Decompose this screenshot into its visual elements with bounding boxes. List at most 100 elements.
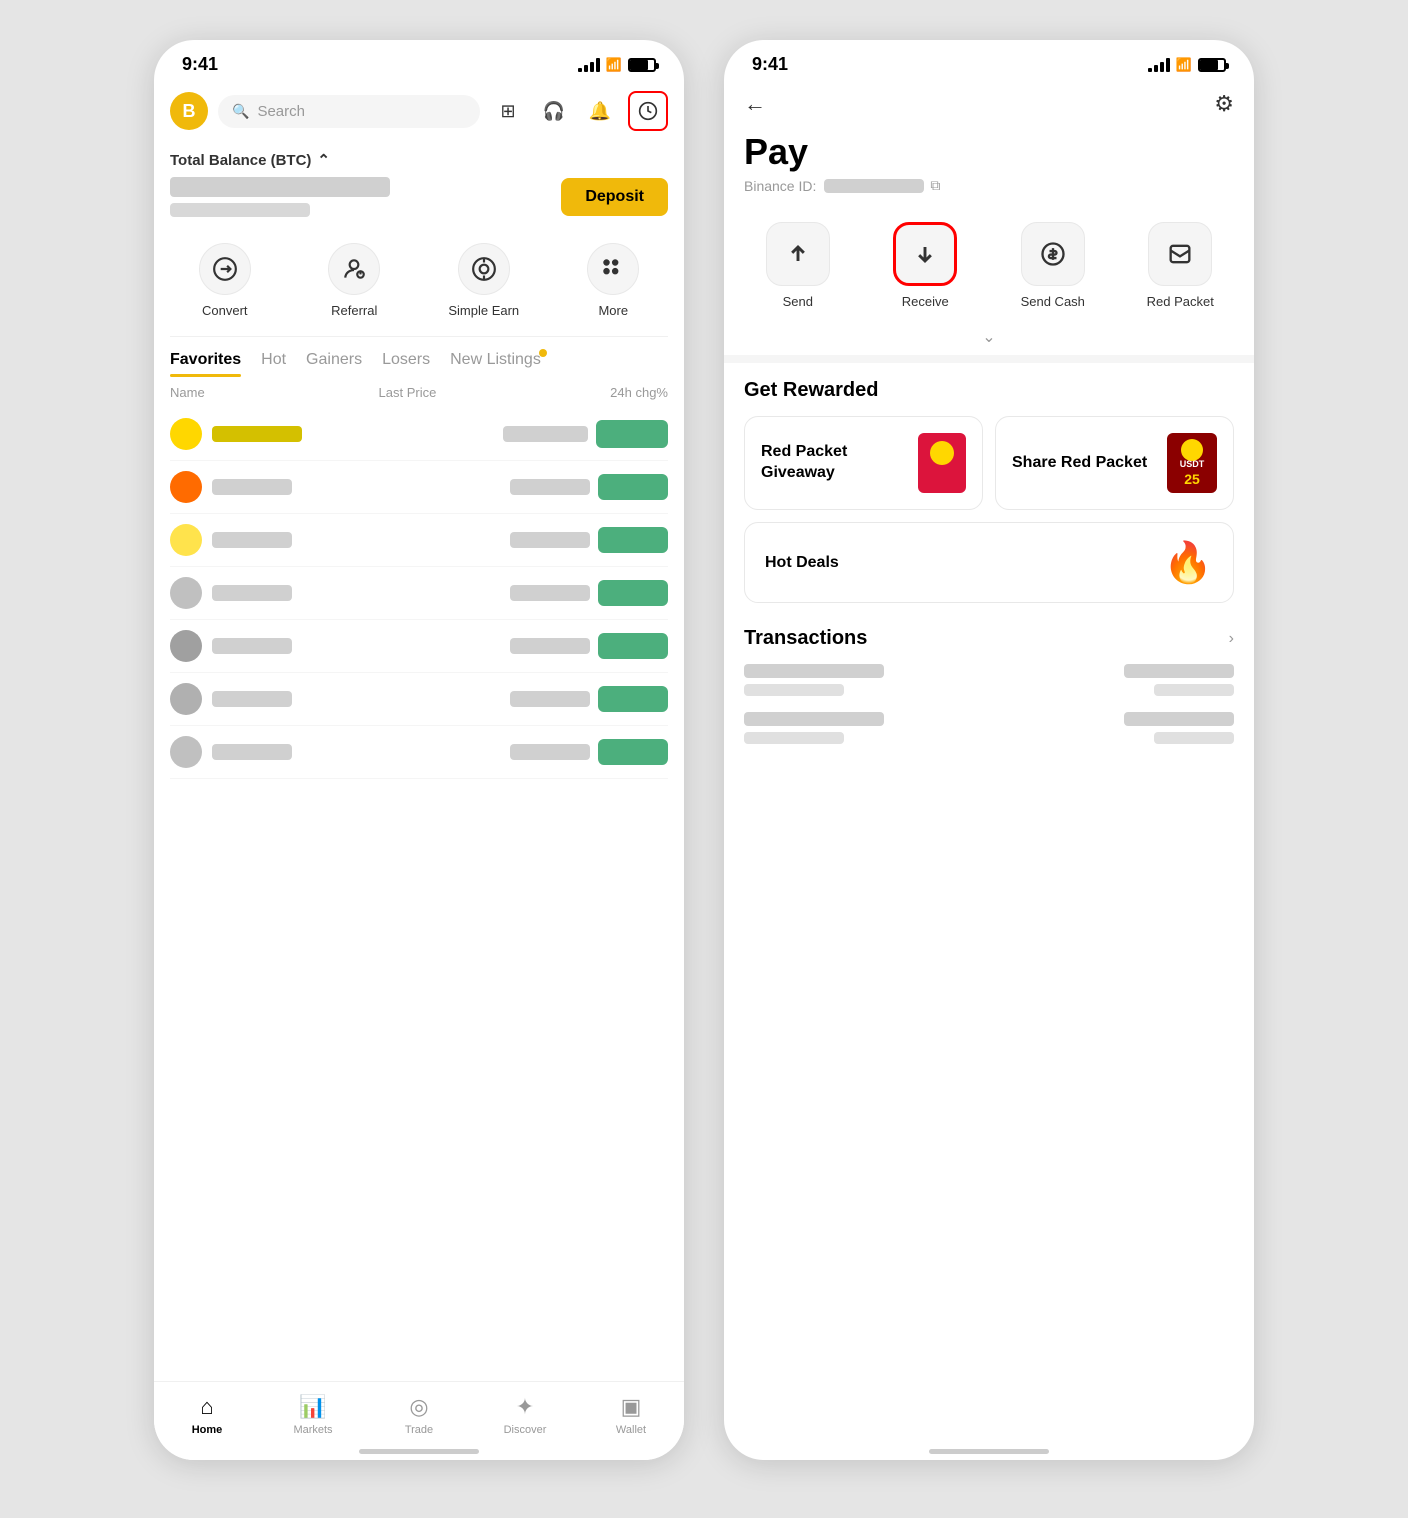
rewards-grid: Red Packet Giveaway Share Red Packet USD… — [744, 416, 1234, 510]
left-time: 9:41 — [182, 54, 218, 75]
transaction-rows — [744, 664, 1234, 744]
hot-deals-card[interactable]: Hot Deals 🔥 — [744, 522, 1234, 603]
coin-info — [170, 736, 510, 768]
chevron-up-icon: ⌃ — [317, 151, 330, 169]
settings-icon[interactable]: ⚙ — [1214, 91, 1234, 117]
copy-icon[interactable]: ⧉ — [930, 177, 940, 194]
hot-deals-label: Hot Deals — [765, 554, 839, 572]
nav-home[interactable]: ⌂ Home — [154, 1390, 260, 1440]
coin-info — [170, 683, 510, 715]
red-packet-giveaway-card[interactable]: Red Packet Giveaway — [744, 416, 983, 510]
binance-id-row: Binance ID: ⧉ — [724, 177, 1254, 208]
table-row[interactable] — [170, 461, 668, 514]
fire-icon: 🔥 — [1163, 539, 1213, 586]
chevron-down-icon: ⌄ — [982, 327, 995, 347]
balance-title: Total Balance (BTC) ⌃ — [170, 151, 668, 169]
usdt-amount: 25 — [1184, 471, 1200, 487]
share-red-packet-card[interactable]: Share Red Packet USDT 25 — [995, 416, 1234, 510]
table-row[interactable] — [170, 620, 668, 673]
action-referral[interactable]: Referral — [292, 233, 418, 328]
deposit-button[interactable]: Deposit — [561, 178, 668, 216]
tx-amount — [1124, 712, 1234, 726]
markets-icon: 📊 — [299, 1394, 326, 1420]
nav-discover[interactable]: ✦ Discover — [472, 1390, 578, 1440]
discover-icon: ✦ — [516, 1394, 534, 1420]
table-row[interactable] — [170, 567, 668, 620]
nav-trade[interactable]: ◎ Trade — [366, 1390, 472, 1440]
left-status-icons: 📶 — [578, 57, 656, 73]
send-icon-box — [766, 222, 830, 286]
nav-markets[interactable]: 📊 Markets — [260, 1390, 366, 1440]
action-more[interactable]: More — [551, 233, 677, 328]
simple-earn-icon — [458, 243, 510, 295]
bell-icon[interactable]: 🔔 — [582, 93, 618, 129]
binance-logo[interactable]: B — [170, 92, 208, 130]
tab-favorites[interactable]: Favorites — [170, 351, 241, 377]
name-col-header: Name — [170, 385, 205, 400]
market-tabs: Favorites Hot Gainers Losers New Listing… — [154, 341, 684, 377]
market-rows — [154, 408, 684, 779]
signal-icon — [1148, 58, 1170, 72]
right-status-bar: 9:41 📶 — [724, 40, 1254, 83]
tx-right — [1124, 712, 1234, 744]
action-simple-earn[interactable]: Simple Earn — [421, 233, 547, 328]
receive-label: Receive — [902, 294, 949, 309]
pay-action-send-cash[interactable]: Send Cash — [989, 212, 1117, 319]
tx-right — [1124, 664, 1234, 696]
table-row[interactable] — [170, 726, 668, 779]
coin-info — [170, 524, 510, 556]
binance-id-label: Binance ID: — [744, 178, 816, 194]
wallet-icon: ▣ — [621, 1394, 642, 1420]
table-row[interactable] — [170, 673, 668, 726]
receive-icon-box — [893, 222, 957, 286]
table-row[interactable] — [744, 712, 1234, 744]
convert-icon — [199, 243, 251, 295]
red-packet-giveaway-label: Red Packet Giveaway — [761, 442, 918, 484]
pay-action-receive[interactable]: Receive — [862, 212, 990, 319]
table-row[interactable] — [744, 664, 1234, 696]
signal-icon — [578, 58, 600, 72]
back-button[interactable]: ← — [744, 91, 766, 117]
pay-icon[interactable] — [628, 91, 668, 131]
transactions-header: Transactions › — [744, 627, 1234, 650]
tx-name — [744, 712, 884, 726]
red-packet-icon-box — [1148, 222, 1212, 286]
send-cash-icon-box — [1021, 222, 1085, 286]
tab-gainers[interactable]: Gainers — [306, 351, 362, 377]
scan-icon[interactable]: ⊞ — [490, 93, 526, 129]
tab-losers[interactable]: Losers — [382, 351, 430, 377]
table-row[interactable] — [170, 408, 668, 461]
pay-action-send[interactable]: Send — [734, 212, 862, 319]
search-bar[interactable]: 🔍 Search — [218, 95, 480, 128]
tx-status — [1154, 684, 1234, 696]
expand-row[interactable]: ⌄ — [724, 323, 1254, 355]
right-status-icons: 📶 — [1148, 57, 1226, 73]
send-label: Send — [783, 294, 813, 309]
action-convert[interactable]: Convert — [162, 233, 288, 328]
coin-info — [170, 418, 503, 450]
simple-earn-label: Simple Earn — [448, 303, 519, 318]
home-icon: ⌂ — [200, 1394, 213, 1420]
section-divider — [724, 355, 1254, 363]
chevron-right-icon[interactable]: › — [1229, 630, 1234, 648]
tab-hot[interactable]: Hot — [261, 351, 286, 377]
tab-new-listings[interactable]: New Listings — [450, 351, 541, 377]
left-status-bar: 9:41 📶 — [154, 40, 684, 83]
red-packet-label: Red Packet — [1147, 294, 1214, 309]
more-label: More — [598, 303, 628, 318]
more-icon — [587, 243, 639, 295]
nav-wallet-label: Wallet — [616, 1424, 646, 1436]
pay-title: Pay — [724, 121, 1254, 177]
coin-info — [170, 577, 510, 609]
pay-action-red-packet[interactable]: Red Packet — [1117, 212, 1245, 319]
binance-id-value: ⧉ — [824, 177, 940, 194]
convert-label: Convert — [202, 303, 248, 318]
table-row[interactable] — [170, 514, 668, 567]
referral-label: Referral — [331, 303, 377, 318]
referral-icon — [328, 243, 380, 295]
nav-discover-label: Discover — [504, 1424, 547, 1436]
price-col-header: Last Price — [379, 385, 437, 400]
headset-icon[interactable]: 🎧 — [536, 93, 572, 129]
quick-actions: Convert Referral — [154, 225, 684, 332]
nav-wallet[interactable]: ▣ Wallet — [578, 1390, 684, 1440]
